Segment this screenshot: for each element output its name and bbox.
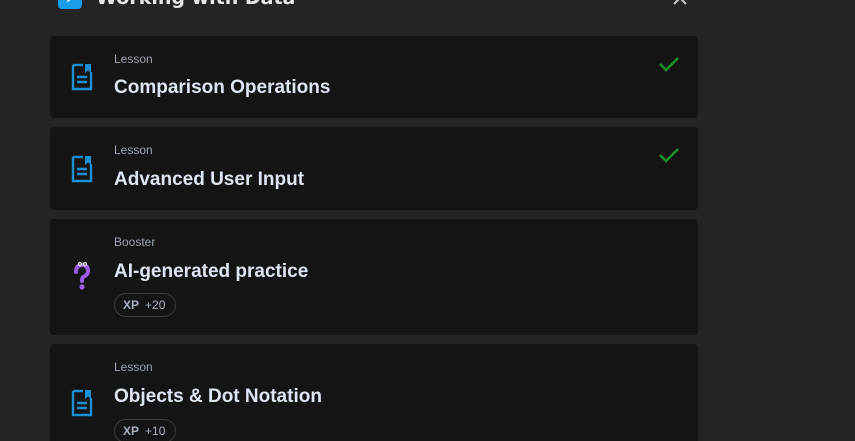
item-title: Objects & Dot Notation (114, 386, 322, 407)
xp-badge: XP +10 (114, 419, 177, 441)
lesson-card-advanced-user-input[interactable]: Lesson Advanced User Input (50, 127, 698, 210)
xp-label: XP (123, 424, 140, 438)
item-type-label: Booster (114, 235, 156, 249)
checkmark-icon (658, 146, 680, 164)
course-page: Working with Data Lesson Comparison Oper… (0, 0, 855, 441)
lesson-card-comparison-operations[interactable]: Lesson Comparison Operations (50, 36, 698, 118)
section-title: Working with Data (96, 0, 295, 9)
item-title: AI-generated practice (114, 261, 309, 282)
item-title: Advanced User Input (114, 169, 305, 190)
xp-label: XP (123, 298, 140, 312)
play-icon (58, 0, 82, 9)
lesson-document-icon (68, 154, 96, 184)
item-type-label: Lesson (114, 360, 153, 374)
lesson-card-objects-dot-notation[interactable]: Lesson Objects & Dot Notation XP +10 (50, 344, 698, 441)
lesson-document-icon (68, 62, 96, 92)
item-type-label: Lesson (114, 143, 153, 157)
checkmark-icon (658, 55, 680, 73)
item-type-label: Lesson (114, 52, 153, 66)
item-title: Comparison Operations (114, 77, 331, 98)
question-mark-icon (68, 261, 96, 291)
xp-value: +20 (145, 298, 166, 312)
section-header[interactable]: Working with Data (58, 0, 698, 10)
xp-value: +10 (145, 424, 166, 438)
xp-badge: XP +20 (114, 293, 177, 317)
lesson-document-icon (68, 388, 96, 418)
chevron-up-icon[interactable] (670, 0, 690, 10)
booster-card-ai-generated-practice[interactable]: Booster AI-generated practice XP +20 (50, 219, 698, 335)
